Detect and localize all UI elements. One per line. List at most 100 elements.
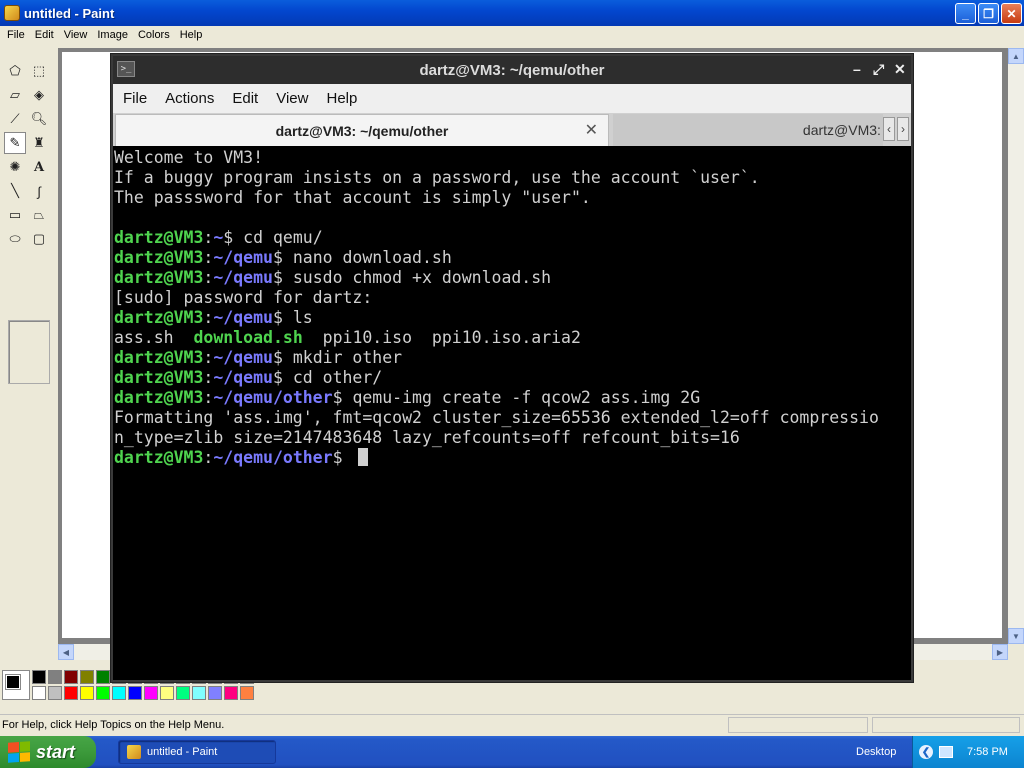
tab-active[interactable]: dartz@VM3: ~/qemu/other ✕ bbox=[115, 114, 609, 146]
windows-logo-icon bbox=[8, 741, 30, 763]
paint-app-icon[interactable] bbox=[4, 5, 20, 21]
ls-gap bbox=[174, 328, 194, 347]
palette-swatch[interactable] bbox=[224, 686, 238, 700]
palette-swatch[interactable] bbox=[48, 670, 62, 684]
rectangle-icon[interactable]: ▭ bbox=[4, 204, 26, 226]
palette-swatch[interactable] bbox=[64, 686, 78, 700]
free-select-icon[interactable]: ⬠ bbox=[4, 60, 26, 82]
scroll-right-icon[interactable]: ▶ bbox=[992, 644, 1008, 660]
brush-icon[interactable]: ♜ bbox=[28, 132, 50, 154]
tab-scroll-left-icon[interactable]: ‹ bbox=[883, 117, 895, 141]
text-icon[interactable]: A bbox=[28, 156, 50, 178]
palette-swatch[interactable] bbox=[144, 686, 158, 700]
rect-select-icon[interactable]: ⬚ bbox=[28, 60, 50, 82]
palette-swatch[interactable] bbox=[32, 686, 46, 700]
palette-swatch[interactable] bbox=[64, 670, 78, 684]
close-button[interactable]: ✕ bbox=[1001, 3, 1022, 24]
maximize-button[interactable]: ❐ bbox=[978, 3, 999, 24]
terminal-cursor bbox=[358, 448, 369, 466]
palette-swatch[interactable] bbox=[96, 670, 110, 684]
prompt-path: ~/qemu/other bbox=[213, 388, 333, 407]
ls-entry: ass.sh bbox=[114, 328, 174, 347]
tab-close-icon[interactable]: ✕ bbox=[585, 120, 598, 140]
palette-swatch[interactable] bbox=[240, 686, 254, 700]
palette-swatch[interactable] bbox=[160, 686, 174, 700]
terminal-line: [sudo] password for dartz: bbox=[114, 288, 373, 307]
airbrush-icon[interactable]: ✺ bbox=[4, 156, 26, 178]
palette-swatch[interactable] bbox=[80, 670, 94, 684]
palette-swatch[interactable] bbox=[176, 686, 190, 700]
command-text: cd qemu/ bbox=[243, 228, 323, 247]
paint-menu-edit[interactable]: Edit bbox=[30, 29, 59, 41]
terminal-titlebar: >_ dartz@VM3: ~/qemu/other – ⤢ ✕ bbox=[113, 56, 911, 84]
tab-scroll-right-icon[interactable]: › bbox=[897, 117, 909, 141]
palette-swatch[interactable] bbox=[192, 686, 206, 700]
command-text: mkdir other bbox=[292, 348, 403, 367]
terminal-menu-actions[interactable]: Actions bbox=[163, 90, 224, 107]
scroll-down-icon[interactable]: ▼ bbox=[1008, 628, 1024, 644]
clock[interactable]: 7:58 PM bbox=[967, 746, 1008, 758]
palette-swatch[interactable] bbox=[32, 670, 46, 684]
paint-menu-help[interactable]: Help bbox=[175, 29, 208, 41]
status-cell-2 bbox=[872, 717, 1020, 733]
prompt-sep: : bbox=[203, 268, 214, 287]
rounded-rectangle-icon[interactable]: ▢ bbox=[28, 228, 50, 250]
terminal-close-icon[interactable]: ✕ bbox=[894, 61, 906, 78]
terminal-menu-edit[interactable]: Edit bbox=[230, 90, 268, 107]
ellipse-icon[interactable]: ⬭ bbox=[4, 228, 26, 250]
tab-label: dartz@VM3: ~ bbox=[802, 122, 883, 138]
paint-menu-image[interactable]: Image bbox=[92, 29, 133, 41]
curve-icon[interactable]: ∫ bbox=[28, 180, 50, 202]
color-picker-icon[interactable]: ⟋ bbox=[4, 108, 26, 130]
prompt-path: ~ bbox=[213, 228, 224, 247]
scroll-left-icon[interactable]: ◀ bbox=[58, 644, 74, 660]
palette-swatch[interactable] bbox=[112, 686, 126, 700]
pencil-icon[interactable]: ✎ bbox=[4, 132, 26, 154]
palette-swatch[interactable] bbox=[80, 686, 94, 700]
tool-options-box[interactable] bbox=[8, 320, 50, 384]
fill-icon[interactable]: ◈ bbox=[28, 84, 50, 106]
paint-menu-file[interactable]: File bbox=[2, 29, 30, 41]
network-icon[interactable] bbox=[939, 746, 953, 758]
eraser-icon[interactable]: ▱ bbox=[4, 84, 26, 106]
prompt-path: ~/qemu bbox=[213, 348, 273, 367]
tab-inactive[interactable]: dartz@VM3: ~ bbox=[613, 114, 883, 146]
prompt-dollar: $ bbox=[272, 368, 293, 387]
vertical-scrollbar[interactable]: ▲ ▼ bbox=[1008, 48, 1024, 644]
palette-swatch[interactable] bbox=[48, 686, 62, 700]
polygon-icon[interactable]: ⏢ bbox=[28, 204, 50, 226]
ls-gap bbox=[412, 328, 432, 347]
terminal-menu-help[interactable]: Help bbox=[324, 90, 367, 107]
start-button[interactable]: start bbox=[0, 736, 96, 768]
minimize-button[interactable]: _ bbox=[955, 3, 976, 24]
terminal-maximize-icon[interactable]: ⤢ bbox=[873, 61, 884, 78]
taskbar-item-label: untitled - Paint bbox=[147, 746, 218, 758]
terminal-line: n_type=zlib size=2147483648 lazy_refcoun… bbox=[114, 428, 740, 447]
terminal-menu-view[interactable]: View bbox=[274, 90, 318, 107]
prompt-user: dartz@VM3 bbox=[114, 268, 204, 287]
toolbox: ⬠ ⬚ ▱ ◈ ⟋ 🔍︎ ✎ ♜ ✺ A ╲ ∫ ▭ ⏢ ⬭ ▢ bbox=[2, 56, 54, 384]
terminal-output[interactable]: Welcome to VM3! If a buggy program insist… bbox=[113, 148, 911, 680]
scroll-up-icon[interactable]: ▲ bbox=[1008, 48, 1024, 64]
magnifier-icon[interactable]: 🔍︎ bbox=[28, 108, 50, 130]
tray-back-icon[interactable]: ❮ bbox=[919, 745, 933, 759]
current-colors[interactable] bbox=[2, 670, 30, 700]
prompt-path: ~/qemu bbox=[213, 308, 273, 327]
desktop-toolbar-label[interactable]: Desktop bbox=[856, 746, 896, 758]
palette-swatch[interactable] bbox=[128, 686, 142, 700]
prompt-dollar: $ bbox=[332, 388, 353, 407]
paint-icon bbox=[127, 745, 141, 759]
paint-titlebar: untitled - Paint _ ❐ ✕ bbox=[0, 0, 1024, 26]
paint-menu-view[interactable]: View bbox=[59, 29, 93, 41]
terminal-menu-file[interactable]: File bbox=[121, 90, 157, 107]
palette-swatch[interactable] bbox=[208, 686, 222, 700]
taskbar-item-paint[interactable]: untitled - Paint bbox=[118, 740, 276, 764]
terminal-minimize-icon[interactable]: – bbox=[853, 61, 861, 77]
prompt-sep: : bbox=[203, 308, 214, 327]
paint-menu-colors[interactable]: Colors bbox=[133, 29, 175, 41]
prompt-dollar: $ bbox=[332, 448, 353, 467]
palette-swatch[interactable] bbox=[96, 686, 110, 700]
terminal-line: dartz@VM3:~/qemu$ susdo chmod +x downloa… bbox=[114, 268, 911, 288]
line-icon[interactable]: ╲ bbox=[4, 180, 26, 202]
